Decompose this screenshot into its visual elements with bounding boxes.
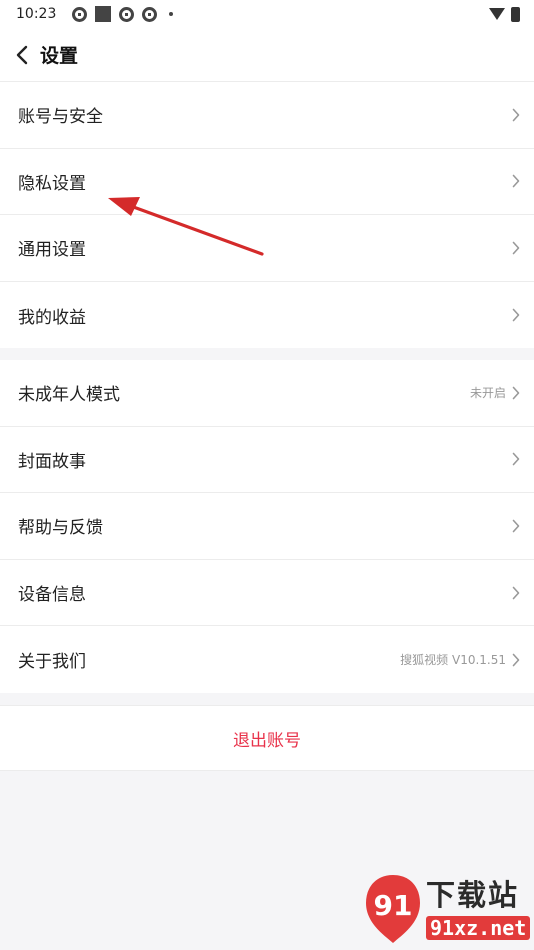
row-label: 通用设置	[18, 240, 86, 261]
watermark-text: 下载站 91xz.net	[426, 878, 531, 940]
wifi-icon	[489, 8, 505, 20]
chevron-right-icon	[512, 519, 520, 533]
back-button[interactable]	[2, 28, 42, 82]
settings-group-account: 账号与安全 隐私设置 通用设置 我的收益	[0, 82, 534, 349]
logout-button[interactable]: 退出账号	[0, 705, 534, 771]
row-help-feedback[interactable]: 帮助与反馈	[0, 493, 534, 560]
watermark-bottom: 91xz.net	[426, 916, 531, 940]
app-notification-icon	[72, 6, 88, 22]
chevron-right-icon	[512, 653, 520, 666]
status-icons	[72, 6, 174, 22]
battery-icon	[511, 6, 520, 22]
status-right	[489, 6, 520, 22]
row-value: 搜狐视频 V10.1.51	[400, 653, 506, 668]
app-notification-icon	[119, 6, 135, 22]
watermark-logo-text: 91	[374, 889, 413, 922]
chevron-left-icon	[16, 45, 28, 64]
chevron-right-icon	[512, 175, 520, 188]
row-label: 我的收益	[18, 307, 86, 328]
row-privacy-settings[interactable]: 隐私设置	[0, 149, 534, 216]
row-label: 设备信息	[18, 585, 86, 606]
status-time: 10:23	[16, 6, 57, 22]
row-value: 未开启	[469, 386, 506, 401]
app-notification-icon	[142, 6, 158, 22]
chevron-right-icon	[512, 241, 520, 255]
row-account-security[interactable]: 账号与安全	[0, 82, 534, 149]
row-label: 账号与安全	[18, 107, 103, 128]
chevron-right-icon	[512, 586, 520, 599]
row-cover-story[interactable]: 封面故事	[0, 427, 534, 494]
row-label: 未成年人模式	[18, 385, 120, 406]
row-device-info[interactable]: 设备信息	[0, 560, 534, 627]
row-minor-mode[interactable]: 未成年人模式 未开启	[0, 360, 534, 427]
watermark-top: 下载站	[426, 878, 520, 912]
stop-square-icon	[95, 6, 112, 22]
row-label: 封面故事	[18, 451, 86, 472]
watermark-logo: 91	[362, 873, 424, 945]
chevron-right-icon	[512, 108, 520, 122]
chevron-right-icon	[512, 386, 520, 400]
page-title: 设置	[40, 45, 79, 67]
row-general-settings[interactable]: 通用设置	[0, 215, 534, 282]
row-label: 关于我们	[18, 652, 86, 673]
row-label: 隐私设置	[18, 173, 86, 194]
watermark: 91 下载站 91xz.net	[362, 870, 532, 948]
chevron-right-icon	[512, 453, 520, 466]
chevron-right-icon	[512, 308, 520, 322]
header: 设置	[0, 28, 534, 82]
row-my-earnings[interactable]: 我的收益	[0, 282, 534, 349]
row-label: 帮助与反馈	[18, 518, 103, 539]
settings-group-misc: 未成年人模式 未开启 封面故事 帮助与反馈 设备信息 关于我们 搜狐视频 V10…	[0, 360, 534, 693]
row-about-us[interactable]: 关于我们 搜狐视频 V10.1.51	[0, 626, 534, 693]
dot-icon	[169, 12, 174, 16]
status-bar: 10:23	[0, 0, 534, 28]
